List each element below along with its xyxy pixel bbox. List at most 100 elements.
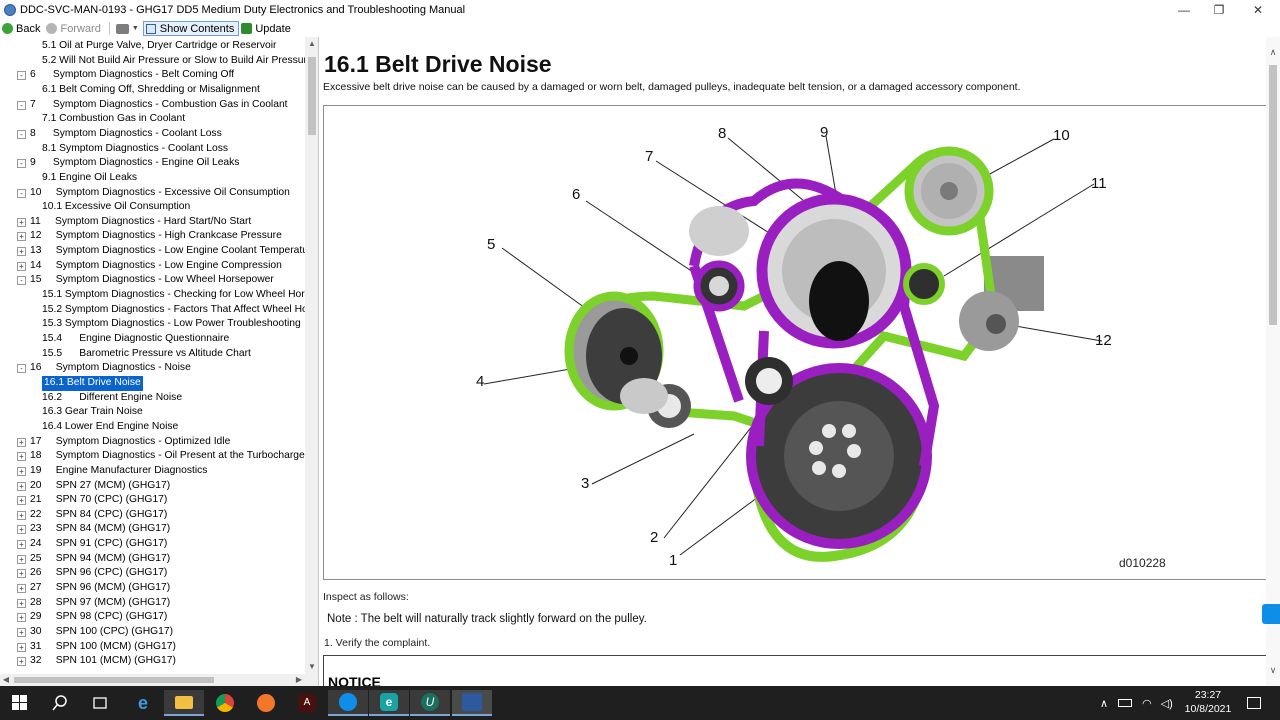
- update-button[interactable]: Update: [239, 21, 294, 36]
- collapse-icon[interactable]: -: [17, 100, 26, 110]
- content-scroll-down-icon[interactable]: ∨: [1266, 663, 1280, 677]
- tree-item[interactable]: -15 Symptom Diagnostics - Low Wheel Hors…: [0, 273, 305, 288]
- sidebar-horizontal-scrollbar[interactable]: ◀ ▶: [0, 674, 318, 686]
- expand-icon[interactable]: +: [17, 496, 26, 506]
- edge-taskbar-button[interactable]: e: [123, 690, 163, 716]
- tree-item[interactable]: -8 Symptom Diagnostics - Coolant Loss: [0, 127, 305, 142]
- content-vertical-scrollbar[interactable]: ∧ ∨: [1266, 37, 1280, 686]
- tree-item[interactable]: 15.1 Symptom Diagnostics - Checking for …: [0, 288, 318, 303]
- tree-item[interactable]: 15.4 Engine Diagnostic Questionnaire: [0, 332, 305, 347]
- tree-item[interactable]: 15.2 Symptom Diagnostics - Factors That …: [0, 303, 318, 318]
- tree-item[interactable]: 16.4 Lower End Engine Noise: [0, 420, 305, 435]
- tree-item[interactable]: +24 SPN 91 (CPC) (GHG17): [0, 537, 305, 552]
- battery-icon[interactable]: [1118, 699, 1133, 707]
- tree-item[interactable]: +26 SPN 96 (CPC) (GHG17): [0, 566, 305, 581]
- explorer-taskbar-button[interactable]: [164, 690, 204, 716]
- show-contents-button[interactable]: Show Contents: [142, 21, 240, 36]
- expand-icon[interactable]: +: [17, 217, 26, 227]
- expand-icon[interactable]: +: [17, 569, 26, 579]
- app-u-taskbar-button[interactable]: U: [410, 690, 450, 716]
- tree-item[interactable]: 16.2 Different Engine Noise: [0, 391, 305, 406]
- tree-item[interactable]: 6.1 Belt Coming Off, Shredding or Misali…: [0, 83, 305, 98]
- expand-icon[interactable]: +: [17, 466, 26, 476]
- collapse-icon[interactable]: -: [17, 276, 26, 286]
- tree-item[interactable]: 5.1 Oil at Purge Valve, Dryer Cartridge …: [0, 39, 305, 54]
- expand-icon[interactable]: +: [17, 232, 26, 242]
- tree-item[interactable]: +27 SPN 96 (MCM) (GHG17): [0, 581, 305, 596]
- tree-item[interactable]: 15.5 Barometric Pressure vs Altitude Cha…: [0, 347, 305, 362]
- content-scroll-thumb[interactable]: [1269, 65, 1277, 325]
- chevron-up-icon[interactable]: ∧: [1100, 697, 1108, 710]
- back-button[interactable]: Back: [0, 21, 44, 36]
- expand-icon[interactable]: +: [17, 481, 26, 491]
- expand-icon[interactable]: +: [17, 437, 26, 447]
- expand-icon[interactable]: +: [17, 261, 26, 271]
- manual-viewer-taskbar-button[interactable]: [452, 690, 492, 716]
- tree-item[interactable]: -9 Symptom Diagnostics - Engine Oil Leak…: [0, 156, 305, 171]
- teamviewer-side-icon[interactable]: [1262, 604, 1280, 624]
- tree-item[interactable]: 16.3 Gear Train Noise: [0, 405, 305, 420]
- scroll-right-icon[interactable]: ▶: [293, 674, 305, 686]
- expand-icon[interactable]: +: [17, 657, 26, 667]
- task-view-button[interactable]: [80, 690, 120, 716]
- expand-icon[interactable]: +: [17, 247, 26, 257]
- scroll-left-icon[interactable]: ◀: [0, 674, 12, 686]
- tree-item[interactable]: +31 SPN 100 (MCM) (GHG17): [0, 640, 305, 655]
- tree-item[interactable]: -6 Symptom Diagnostics - Belt Coming Off: [0, 68, 305, 83]
- tree-item[interactable]: +23 SPN 84 (MCM) (GHG17): [0, 522, 305, 537]
- tree-item[interactable]: +13 Symptom Diagnostics - Low Engine Coo…: [0, 244, 317, 259]
- volume-icon[interactable]: ◁): [1161, 697, 1173, 710]
- tree-item[interactable]: +18 Symptom Diagnostics - Oil Present at…: [0, 449, 318, 464]
- tree-item[interactable]: -16 Symptom Diagnostics - Noise: [0, 361, 305, 376]
- collapse-icon[interactable]: -: [17, 159, 26, 169]
- tree-item[interactable]: +25 SPN 94 (MCM) (GHG17): [0, 552, 305, 567]
- tree-item[interactable]: 16.1 Belt Drive Noise: [0, 375, 305, 391]
- collapse-icon[interactable]: -: [17, 71, 26, 81]
- expand-icon[interactable]: +: [17, 598, 26, 608]
- expand-icon[interactable]: +: [17, 613, 26, 623]
- tree-item[interactable]: +28 SPN 97 (MCM) (GHG17): [0, 596, 305, 611]
- wifi-icon[interactable]: ◠: [1142, 697, 1152, 710]
- tree-item[interactable]: +20 SPN 27 (MCM) (GHG17): [0, 479, 305, 494]
- expand-icon[interactable]: +: [17, 628, 26, 637]
- tree-item[interactable]: +12 Symptom Diagnostics - High Crankcase…: [0, 229, 305, 244]
- expand-icon[interactable]: +: [17, 554, 26, 564]
- close-button[interactable]: ✕: [1240, 0, 1276, 20]
- tree-item[interactable]: +11 Symptom Diagnostics - Hard Start/No …: [0, 215, 305, 230]
- tree-item[interactable]: +17 Symptom Diagnostics - Optimized Idle: [0, 435, 305, 450]
- expand-icon[interactable]: +: [17, 525, 26, 535]
- tree-item[interactable]: 7.1 Combustion Gas in Coolant: [0, 112, 305, 127]
- tree-item[interactable]: -10 Symptom Diagnostics - Excessive Oil …: [0, 186, 305, 201]
- forward-button[interactable]: Forward: [44, 21, 104, 36]
- start-button[interactable]: [0, 690, 40, 716]
- maximize-button[interactable]: ❐: [1201, 0, 1237, 20]
- tree-item[interactable]: -7 Symptom Diagnostics - Combustion Gas …: [0, 98, 305, 113]
- sidebar-vertical-scrollbar[interactable]: ▲ ▼: [305, 37, 318, 674]
- scroll-up-icon[interactable]: ▲: [305, 37, 318, 51]
- scroll-down-icon[interactable]: ▼: [305, 660, 318, 674]
- content-scroll-up-icon[interactable]: ∧: [1266, 45, 1280, 59]
- teamviewer-taskbar-button[interactable]: [328, 690, 368, 716]
- tree-item[interactable]: 5.2 Will Not Build Air Pressure or Slow …: [0, 54, 313, 69]
- tree-item[interactable]: +32 SPN 101 (MCM) (GHG17): [0, 654, 305, 669]
- tree-item[interactable]: 10.1 Excessive Oil Consumption: [0, 200, 305, 215]
- tree-item[interactable]: +29 SPN 98 (CPC) (GHG17): [0, 610, 305, 625]
- expand-icon[interactable]: +: [17, 584, 26, 594]
- firefox-taskbar-button[interactable]: [246, 690, 286, 716]
- expand-icon[interactable]: +: [17, 510, 26, 520]
- tree-item[interactable]: 9.1 Engine Oil Leaks: [0, 171, 305, 186]
- expand-icon[interactable]: +: [17, 642, 26, 652]
- search-button[interactable]: [40, 690, 80, 716]
- collapse-icon[interactable]: -: [17, 129, 26, 139]
- expand-icon[interactable]: +: [17, 452, 26, 462]
- tree-item[interactable]: +30 SPN 100 (CPC) (GHG17): [0, 625, 305, 640]
- minimize-button[interactable]: —: [1166, 0, 1202, 20]
- system-clock[interactable]: 23:27 10/8/2021: [1180, 688, 1236, 716]
- tree-item[interactable]: +22 SPN 84 (CPC) (GHG17): [0, 508, 305, 523]
- collapse-icon[interactable]: -: [17, 188, 26, 198]
- expand-icon[interactable]: +: [17, 540, 26, 550]
- scroll-thumb[interactable]: [308, 57, 316, 135]
- hscroll-thumb[interactable]: [14, 677, 214, 683]
- chrome-taskbar-button[interactable]: [205, 690, 245, 716]
- app-e-taskbar-button[interactable]: e: [369, 690, 409, 716]
